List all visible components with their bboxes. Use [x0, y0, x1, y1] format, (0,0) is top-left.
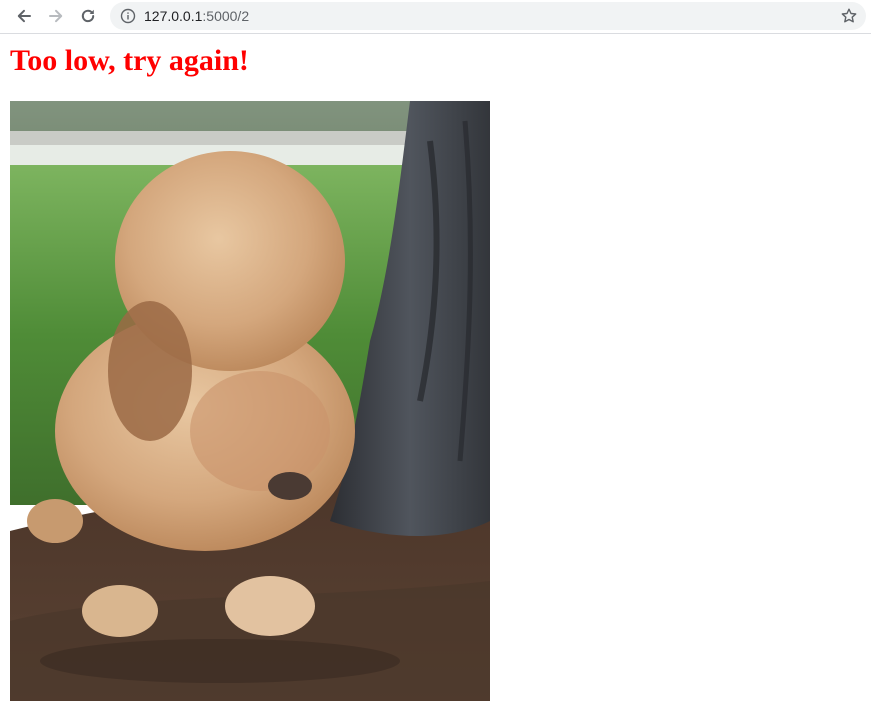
forward-button[interactable] [44, 4, 68, 28]
back-button[interactable] [12, 4, 36, 28]
back-arrow-icon [17, 9, 31, 23]
forward-arrow-icon [49, 9, 63, 23]
reload-icon [81, 9, 95, 23]
info-icon[interactable] [120, 8, 136, 24]
url-host: 127.0.0.1 [144, 8, 203, 24]
address-bar[interactable]: 127.0.0.1:5000/2 [110, 2, 866, 30]
result-message: Too low, try again! [10, 44, 249, 77]
puppy-digging-icon [10, 101, 490, 701]
browser-toolbar: 127.0.0.1:5000/2 [0, 0, 871, 34]
url-path: :5000/2 [202, 8, 250, 24]
reload-button[interactable] [76, 4, 100, 28]
page-content: Too low, try again! [0, 35, 871, 713]
url-text[interactable]: 127.0.0.1:5000/2 [144, 7, 249, 25]
star-icon[interactable] [840, 7, 858, 25]
